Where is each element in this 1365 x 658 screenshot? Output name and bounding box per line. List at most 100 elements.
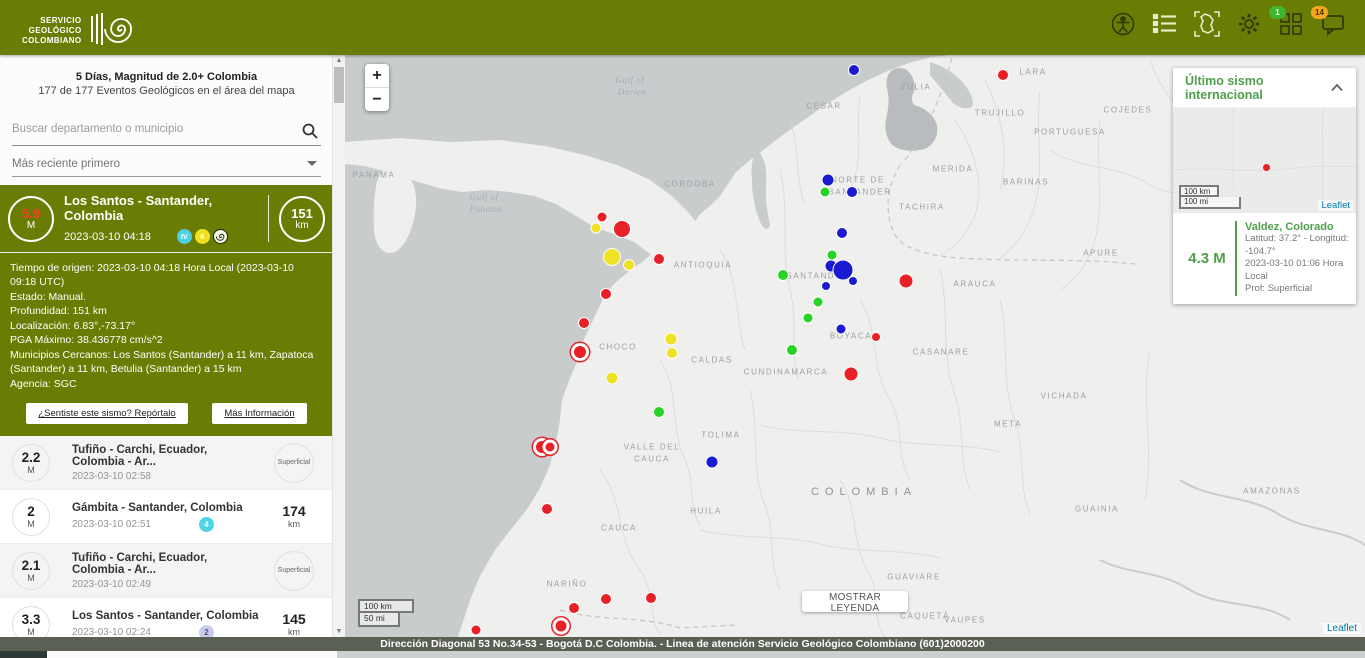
earthquake-marker[interactable] <box>821 281 831 291</box>
sidebar-scrollbar[interactable]: ▲ ▼ <box>332 55 345 637</box>
selected-event-main: Los Santos - Santander, Colombia 2023-03… <box>54 193 266 244</box>
map-label: META <box>994 420 1022 429</box>
map-label: BARINAS <box>1003 178 1049 187</box>
international-mini-map[interactable]: 100 km 100 mi Leaflet <box>1173 108 1356 213</box>
earthquake-marker[interactable] <box>623 259 635 271</box>
earthquake-marker[interactable] <box>777 269 789 281</box>
map-label: LARA <box>1019 68 1046 77</box>
map-label: PORTUGUESA <box>1034 128 1106 137</box>
earthquake-marker[interactable] <box>653 406 665 418</box>
scroll-down-icon[interactable]: ▼ <box>333 626 345 637</box>
divider <box>268 195 269 242</box>
earthquake-marker[interactable] <box>645 592 657 604</box>
earthquake-marker[interactable] <box>848 64 860 76</box>
scrollbar-thumb[interactable] <box>334 67 344 103</box>
magnitude-value: 5.9 <box>22 207 40 220</box>
earthquake-marker[interactable] <box>606 372 619 385</box>
earthquake-marker[interactable] <box>600 288 612 300</box>
depth-label-circle: Superficial <box>274 443 314 483</box>
earthquake-marker[interactable] <box>820 187 831 198</box>
search-input[interactable] <box>12 119 292 139</box>
earthquake-marker[interactable] <box>545 442 556 453</box>
zoom-in-button[interactable]: + <box>365 64 389 88</box>
event-list-item[interactable]: 2.1M Tufiño - Carchi, Ecuador, Colombia … <box>0 544 333 598</box>
horizontal-scrollbar-thumb[interactable] <box>47 651 337 658</box>
colombia-map-button[interactable] <box>1193 12 1221 40</box>
earthquake-marker[interactable] <box>600 593 612 605</box>
earthquake-marker[interactable] <box>813 297 824 308</box>
selected-event-badges: IV 6 <box>177 229 228 244</box>
earthquake-marker[interactable] <box>573 345 587 359</box>
event-datetime: 2023-03-10 02:49 <box>72 579 151 590</box>
earthquake-marker[interactable] <box>666 347 678 359</box>
earthquake-marker[interactable] <box>997 69 1009 81</box>
mini-leaflet-attribution[interactable]: Leaflet <box>1318 200 1353 211</box>
earthquake-marker[interactable] <box>603 248 621 266</box>
event-title: Los Santos - Santander, Colombia <box>72 610 259 622</box>
map-label: GUAVIARE <box>887 573 941 582</box>
earthquake-marker[interactable] <box>871 332 881 342</box>
horizontal-scrollbar[interactable] <box>0 651 1365 658</box>
international-panel-header[interactable]: Último sismo internacional <box>1173 68 1356 108</box>
earthquake-marker[interactable] <box>555 620 568 633</box>
earthquake-marker[interactable] <box>613 220 631 238</box>
leaflet-attribution[interactable]: Leaflet <box>1323 623 1361 634</box>
sgc-logo-text: SERVICIO GEOLÓGICO COLOMBIANO <box>22 16 82 46</box>
earthquake-marker[interactable] <box>899 274 914 289</box>
chevron-up-icon[interactable] <box>1330 79 1344 97</box>
report-felt-button[interactable]: ¿Sentiste este sismo? Repórtalo <box>26 403 187 424</box>
earthquake-marker[interactable] <box>471 625 482 636</box>
map-label: ZULIA <box>901 83 932 92</box>
event-main: Tufiño - Carchi, Ecuador, Colombia - Ar.… <box>50 552 259 590</box>
scrollbar-corner <box>0 651 47 658</box>
map-label: CASANARE <box>913 348 970 357</box>
earthquake-marker[interactable] <box>597 212 608 223</box>
event-list-item[interactable]: 2M Gámbita - Santander, Colombia 2023-03… <box>0 490 333 544</box>
magnitude-circle: 5.9 M <box>8 196 54 242</box>
earthquake-marker[interactable] <box>591 223 602 234</box>
sort-select[interactable]: Más reciente primero <box>12 152 321 177</box>
settings-button[interactable] <box>1235 12 1263 40</box>
earthquake-marker[interactable] <box>844 367 859 382</box>
international-event-info[interactable]: 4.3 M Valdez, Colorado Latitud: 37.2° - … <box>1173 213 1356 304</box>
map-label: AMAZONAS <box>1243 487 1301 496</box>
map-label: CUNDINAMARCA <box>744 368 829 377</box>
international-quake-marker[interactable] <box>1263 164 1270 171</box>
earthquake-marker[interactable] <box>786 344 798 356</box>
felt-reports-badge: 6 <box>195 229 210 244</box>
map-label: MERIDA <box>933 165 974 174</box>
earthquake-marker[interactable] <box>803 313 814 324</box>
event-list-button[interactable] <box>1151 12 1179 40</box>
selected-event-card[interactable]: 5.9 M Los Santos - Santander, Colombia 2… <box>0 185 333 436</box>
filter-summary-title: 5 Días, Magnitud de 2.0+ Colombia <box>20 71 313 83</box>
depth-value: 151 <box>291 207 313 220</box>
apps-button[interactable]: 1 <box>1277 12 1305 40</box>
show-legend-button[interactable]: MOSTRAR LEYENDA <box>802 591 908 612</box>
earthquake-marker[interactable] <box>568 602 580 614</box>
earthquake-marker[interactable] <box>846 186 858 198</box>
depth-circle: 151 km <box>279 196 325 242</box>
earthquake-marker[interactable] <box>848 276 858 286</box>
earthquake-marker[interactable] <box>653 253 665 265</box>
earthquake-marker[interactable] <box>822 174 835 187</box>
event-list-item[interactable]: 3.3M Los Santos - Santander, Colombia 20… <box>0 598 333 637</box>
scroll-up-icon[interactable]: ▲ <box>333 55 345 66</box>
event-list: 2.2M Tufiño - Carchi, Ecuador, Colombia … <box>0 436 333 637</box>
map-label: Gulf of <box>470 192 499 202</box>
search-icon[interactable] <box>301 122 319 145</box>
notifications-button[interactable]: 14 <box>1319 12 1347 40</box>
colombia-map-icon <box>1193 10 1221 43</box>
map-label: VALLE DEL <box>624 443 681 452</box>
zoom-out-button[interactable]: − <box>365 88 389 111</box>
accessibility-button[interactable] <box>1109 12 1137 40</box>
scale-km: 100 km <box>358 599 414 613</box>
earthquake-marker[interactable] <box>541 503 553 515</box>
more-info-button[interactable]: Más Información <box>212 403 306 424</box>
event-list-item[interactable]: 2.2M Tufiño - Carchi, Ecuador, Colombia … <box>0 436 333 490</box>
depth-label-circle: Superficial <box>274 551 314 591</box>
earthquake-marker[interactable] <box>836 227 848 239</box>
earthquake-marker[interactable] <box>836 324 847 335</box>
earthquake-marker[interactable] <box>706 456 719 469</box>
earthquake-marker[interactable] <box>578 317 590 329</box>
earthquake-marker[interactable] <box>665 333 678 346</box>
